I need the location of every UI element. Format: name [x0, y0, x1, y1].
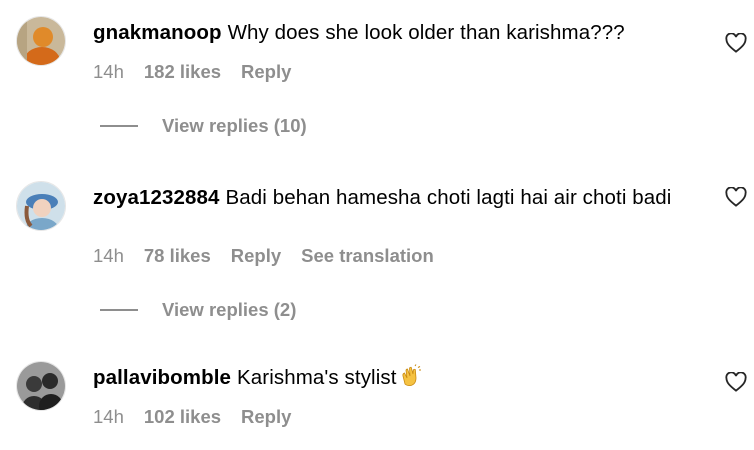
avatar[interactable]	[16, 16, 66, 66]
comment-time: 14h	[93, 406, 124, 427]
comment-body: gnakmanoop Why does she look older than k…	[93, 18, 693, 47]
likes-count[interactable]: 182 likes	[144, 61, 221, 83]
view-replies-label: View replies (10)	[162, 115, 307, 136]
view-replies-button[interactable]: View replies (2)	[100, 299, 296, 321]
comment-meta: 14h 78 likes Reply See translation	[93, 245, 434, 267]
comment-username[interactable]: zoya1232884	[93, 186, 219, 209]
comment-meta: 14h 102 likes Reply	[93, 406, 291, 428]
reply-button[interactable]: Reply	[241, 406, 291, 428]
view-replies-label: View replies (2)	[162, 299, 297, 320]
comment-time: 14h	[93, 245, 124, 266]
avatar[interactable]	[16, 361, 66, 411]
comment-text: Why does she look older than karishma???	[227, 21, 625, 44]
comment-body: pallavibomble Karishma's stylist	[93, 363, 693, 392]
comment-time: 14h	[93, 61, 124, 82]
comment-username[interactable]: pallavibomble	[93, 366, 231, 389]
clapping-hands-icon	[399, 364, 423, 388]
reply-button[interactable]: Reply	[241, 61, 291, 83]
heart-outline-icon[interactable]	[725, 187, 747, 207]
replies-divider	[100, 309, 138, 311]
comment-username[interactable]: gnakmanoop	[93, 21, 222, 44]
replies-divider	[100, 125, 138, 127]
heart-outline-icon[interactable]	[725, 372, 747, 392]
view-replies-button[interactable]: View replies (10)	[100, 115, 307, 137]
comments-list: gnakmanoop Why does she look older than k…	[0, 0, 754, 450]
heart-outline-icon[interactable]	[725, 33, 747, 53]
comment-text: Badi behan hamesha choti lagti hai air c…	[225, 186, 672, 209]
likes-count[interactable]: 78 likes	[144, 245, 211, 267]
comment-body: zoya1232884 Badi behan hamesha choti lagt…	[93, 183, 693, 212]
likes-count[interactable]: 102 likes	[144, 406, 221, 428]
avatar[interactable]	[16, 181, 66, 231]
comment-meta: 14h 182 likes Reply	[93, 61, 291, 83]
comment-text: Karishma's stylist	[237, 366, 397, 389]
see-translation-button[interactable]: See translation	[301, 245, 434, 267]
reply-button[interactable]: Reply	[231, 245, 281, 267]
